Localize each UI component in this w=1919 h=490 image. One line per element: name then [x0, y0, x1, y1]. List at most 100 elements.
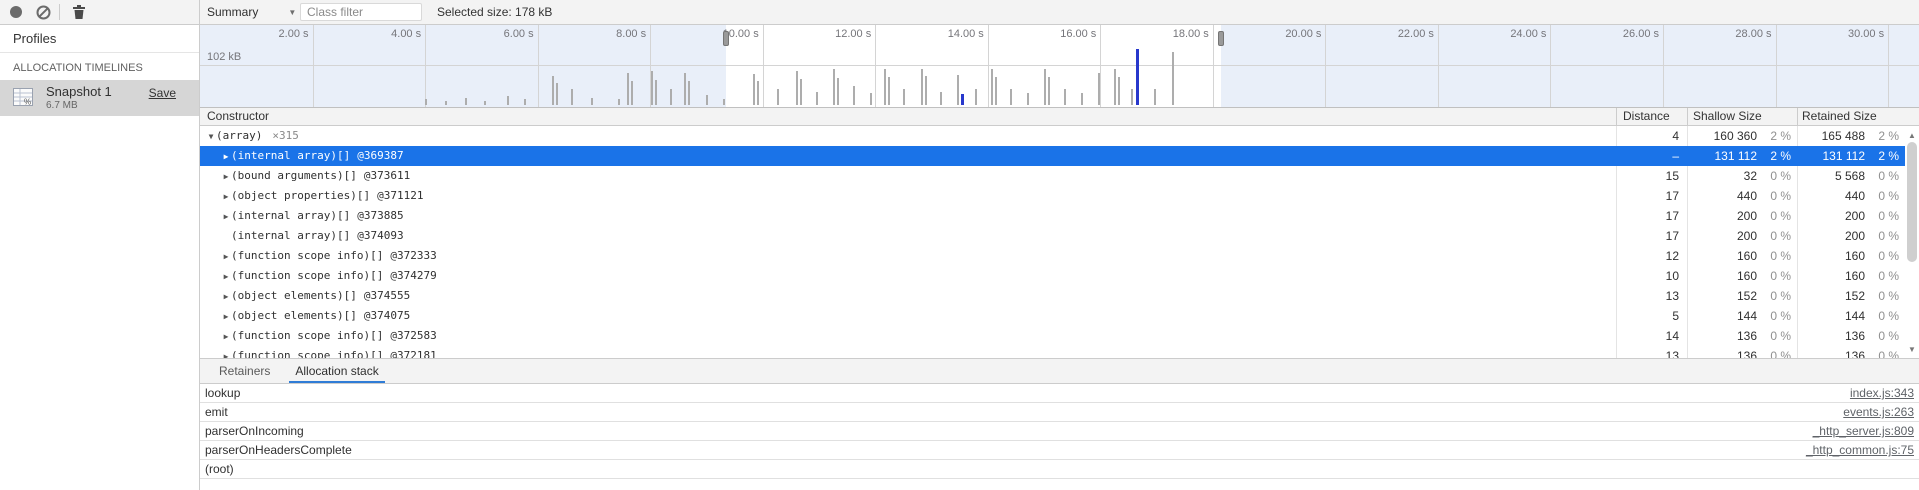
source-location-link[interactable]: events.js:263: [1843, 405, 1914, 419]
retained-size-value: 165 488: [1798, 126, 1865, 146]
stack-frame-row[interactable]: (root): [200, 460, 1919, 479]
selection-handle-right[interactable]: [1218, 31, 1224, 46]
allocation-stack-list: lookupindex.js:343emitevents.js:263parse…: [200, 384, 1919, 479]
allocation-bar: [425, 99, 427, 105]
expander-arrow-icon[interactable]: ▶: [221, 327, 231, 346]
shallow-size-value: 136: [1688, 346, 1757, 358]
clear-icon: [36, 5, 51, 20]
stack-frame-row[interactable]: lookupindex.js:343: [200, 384, 1919, 403]
record-button[interactable]: [7, 3, 25, 21]
timeline-gridline: [1663, 25, 1664, 107]
scrollbar-thumb[interactable]: [1907, 142, 1917, 262]
expander-arrow-icon[interactable]: ▶: [221, 307, 231, 326]
perspective-select[interactable]: Summary ▼: [207, 3, 296, 21]
table-row[interactable]: ▶(object properties)[]@371121174400 %440…: [200, 186, 1905, 206]
table-row[interactable]: ▶(bound arguments)[]@37361115320 %5 5680…: [200, 166, 1905, 186]
expander-arrow-icon[interactable]: ▼: [206, 127, 216, 146]
delete-profile-button[interactable]: [70, 3, 88, 21]
column-header-constructor[interactable]: Constructor: [200, 108, 1617, 125]
retained-size-value: 136: [1798, 326, 1865, 346]
distance-cell: 13: [1617, 346, 1688, 358]
source-location-link[interactable]: index.js:343: [1850, 386, 1914, 400]
source-location-link[interactable]: _http_common.js:75: [1806, 443, 1914, 457]
table-row[interactable]: ▶(function scope info)[]@372333121600 %1…: [200, 246, 1905, 266]
table-row[interactable]: ▶(internal array)[]@369387–131 1122 %131…: [200, 146, 1905, 166]
constructor-count: ×315: [272, 129, 299, 142]
column-header-retained-size[interactable]: Retained Size: [1798, 108, 1905, 125]
toolbar: Summary ▼ Selected size: 178 kB: [0, 0, 1919, 25]
shallow-size-value: 144: [1688, 306, 1757, 326]
constructor-name: (function scope info)[]: [231, 349, 383, 358]
retained-size-percent: 0 %: [1865, 226, 1905, 246]
save-link[interactable]: Save: [149, 86, 176, 100]
allocation-bar: [796, 71, 798, 105]
table-header: Constructor Distance Shallow Size Retain…: [200, 107, 1919, 126]
shallow-size-cell: 1360 %: [1688, 326, 1798, 346]
clear-button[interactable]: [34, 3, 52, 21]
shallow-size-value: 200: [1688, 206, 1757, 226]
table-row[interactable]: ▶(internal array)[]@373885172000 %2000 %: [200, 206, 1905, 226]
class-filter-input[interactable]: [300, 3, 422, 21]
object-id: @373885: [357, 209, 403, 222]
retained-size-value: 200: [1798, 206, 1865, 226]
table-row[interactable]: ▶(function scope info)[]@372181131360 %1…: [200, 346, 1905, 358]
scroll-up-arrow-icon[interactable]: ▲: [1905, 128, 1919, 142]
allocation-bar: [957, 75, 959, 105]
expander-arrow-icon[interactable]: ▶: [221, 187, 231, 206]
constructor-cell: ▶(internal array)[]@373885: [200, 206, 1617, 226]
expander-arrow-icon[interactable]: ▶: [221, 147, 231, 166]
distance-cell: 17: [1617, 206, 1688, 226]
retained-size-cell: 1360 %: [1798, 326, 1905, 346]
timeline-gridline: [875, 25, 876, 107]
distance-cell: 17: [1617, 186, 1688, 206]
tab-retainers[interactable]: Retainers: [213, 359, 276, 383]
frame-function-name: (root): [205, 462, 234, 476]
timeline-tick-label: 24.00 s: [1510, 28, 1546, 40]
shallow-size-percent: 0 %: [1757, 266, 1797, 286]
allocation-bar: [571, 89, 573, 105]
timeline-tick-label: 14.00 s: [948, 28, 984, 40]
table-row[interactable]: ▶(function scope info)[]@374279101600 %1…: [200, 266, 1905, 286]
stack-frame-row[interactable]: parserOnHeadersComplete_http_common.js:7…: [200, 441, 1919, 460]
table-row[interactable]: ▶(function scope info)[]@372583141360 %1…: [200, 326, 1905, 346]
allocation-timeline-overview[interactable]: 2.00 s4.00 s6.00 s8.00 s10.00 s12.00 s14…: [200, 25, 1919, 107]
tab-allocation-stack[interactable]: Allocation stack: [289, 359, 384, 383]
allocation-bar: [870, 93, 872, 105]
source-location-link[interactable]: _http_server.js:809: [1813, 424, 1914, 438]
stack-frame-row[interactable]: emitevents.js:263: [200, 403, 1919, 422]
allocation-bar: [1098, 73, 1100, 105]
table-row[interactable]: (internal array)[]@374093172000 %2000 %: [200, 226, 1905, 246]
snapshot-size: 6.7 MB: [46, 100, 78, 111]
selection-handle-left[interactable]: [723, 31, 729, 46]
stack-frame-row[interactable]: parserOnIncoming_http_server.js:809: [200, 422, 1919, 441]
memory-scale-gridline: [200, 65, 1919, 66]
expander-arrow-icon[interactable]: ▶: [221, 247, 231, 266]
table-row[interactable]: ▶(object elements)[]@37407551440 %1440 %: [200, 306, 1905, 326]
table-row[interactable]: ▼(array)×3154160 3602 %165 4882 %: [200, 126, 1905, 146]
constructor-name: (array): [216, 129, 262, 142]
sidebar: Profiles ALLOCATION TIMELINES % Snapshot…: [0, 25, 200, 490]
table-row[interactable]: ▶(object elements)[]@374555131520 %1520 …: [200, 286, 1905, 306]
vertical-scrollbar[interactable]: ▲ ▼: [1905, 126, 1919, 358]
column-header-shallow-size[interactable]: Shallow Size: [1688, 108, 1798, 125]
shallow-size-cell: 2000 %: [1688, 226, 1798, 246]
allocation-bar: [655, 80, 657, 105]
expander-arrow-icon[interactable]: ▶: [221, 167, 231, 186]
expander-arrow-icon[interactable]: ▶: [221, 207, 231, 226]
shallow-size-percent: 0 %: [1757, 246, 1797, 266]
retained-size-cell: 4400 %: [1798, 186, 1905, 206]
expander-arrow-icon[interactable]: ▶: [221, 287, 231, 306]
shallow-size-percent: 0 %: [1757, 326, 1797, 346]
scroll-down-arrow-icon[interactable]: ▼: [1905, 342, 1919, 356]
expander-arrow-icon[interactable]: ▶: [221, 347, 231, 358]
allocation-bar: [800, 79, 802, 105]
shallow-size-percent: 0 %: [1757, 206, 1797, 226]
column-header-distance[interactable]: Distance: [1617, 108, 1688, 125]
main-panel: 2.00 s4.00 s6.00 s8.00 s10.00 s12.00 s14…: [200, 25, 1919, 490]
expander-arrow-icon[interactable]: ▶: [221, 267, 231, 286]
sidebar-item-snapshot[interactable]: % Snapshot 1 6.7 MB Save: [0, 80, 199, 116]
object-id: @372181: [390, 349, 436, 358]
retained-size-value: 144: [1798, 306, 1865, 326]
object-id: @372333: [390, 249, 436, 262]
shallow-size-value: 160: [1688, 246, 1757, 266]
